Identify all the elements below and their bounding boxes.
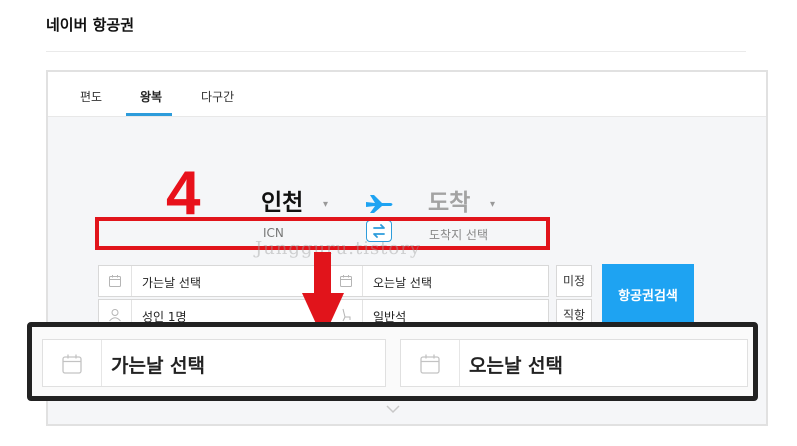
flight-search-button[interactable]: 항공권검색 [602, 264, 694, 330]
chevron-down-icon[interactable]: ▾ [323, 199, 328, 210]
calendar-icon [109, 275, 121, 287]
zoom-go-date-label: 가는날 선택 [111, 355, 206, 377]
arrival-city[interactable]: 도착 [428, 192, 470, 215]
plane-icon [366, 195, 393, 213]
go-date-label: 가는날 선택 [142, 276, 202, 290]
field-divider [459, 340, 460, 386]
field-divider [131, 266, 132, 296]
title-divider [46, 51, 746, 52]
zoom-return-date-field[interactable]: 오는날 선택 [400, 339, 748, 387]
field-divider [101, 340, 102, 386]
departure-city[interactable]: 인천 [261, 192, 303, 215]
tab-round-trip[interactable]: 왕복 [140, 88, 162, 105]
return-date-field[interactable]: 오는날 선택 [329, 265, 549, 297]
calendar-icon [420, 354, 440, 374]
trip-type-tabs: 편도 왕복 다구간 [48, 72, 766, 116]
pointer-arrow-shaft [314, 252, 331, 294]
field-divider [362, 266, 363, 296]
zoom-return-date-label: 오는날 선택 [469, 355, 564, 377]
watermark: Jungguru.tistory [255, 238, 422, 259]
step-number-annotation: 4 [166, 159, 201, 228]
chevron-down-icon[interactable] [386, 404, 400, 414]
tab-multi-city[interactable]: 다구간 [201, 88, 234, 105]
page-title: 네이버 항공권 [46, 16, 135, 34]
calendar-icon [340, 275, 352, 287]
tab-one-way[interactable]: 편도 [80, 88, 102, 105]
person-icon [109, 309, 121, 322]
return-date-label: 오는날 선택 [373, 276, 433, 290]
chevron-down-icon[interactable]: ▾ [490, 199, 495, 210]
undecided-return-toggle[interactable]: 미정 [556, 265, 592, 297]
zoomed-date-fields: 가는날 선택 오는날 선택 [27, 322, 758, 401]
zoom-go-date-field[interactable]: 가는날 선택 [42, 339, 386, 387]
calendar-icon [62, 354, 82, 374]
go-date-field[interactable]: 가는날 선택 [98, 265, 329, 297]
